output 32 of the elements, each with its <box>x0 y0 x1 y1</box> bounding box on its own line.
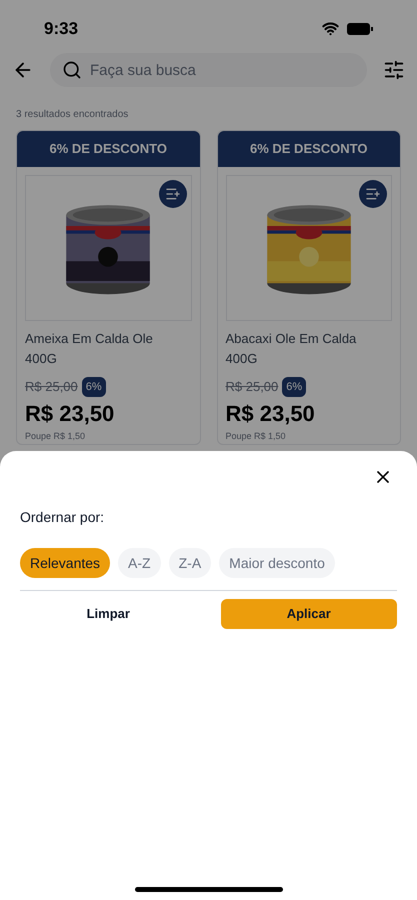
clear-button[interactable]: Limpar <box>20 599 196 629</box>
product-price: R$ 23,50 <box>224 400 316 428</box>
search-field[interactable]: Faça sua busca <box>50 53 367 87</box>
sort-title: Ordernar por: <box>20 508 106 527</box>
product-name: Abacaxi Ole Em Calda 400G <box>224 330 358 368</box>
status-time: 9:33 <box>44 18 78 40</box>
results-count: 3 resultados encontrados <box>15 108 130 122</box>
old-price: R$ 25,00 <box>25 378 78 396</box>
product-price: R$ 23,50 <box>24 400 116 428</box>
savings-text: Poupe R$ 1,50 <box>224 430 287 443</box>
search-icon <box>62 60 82 80</box>
old-price: R$ 25,00 <box>226 378 278 396</box>
sliders-icon <box>383 59 405 81</box>
sort-option[interactable]: Z-A <box>168 548 212 578</box>
sort-option[interactable]: A-Z <box>118 548 161 578</box>
discount-banner: 6% DE DESCONTO <box>218 131 400 166</box>
discount-banner: 6% DE DESCONTO <box>17 131 200 166</box>
wifi-icon <box>322 20 339 37</box>
add-to-list-button[interactable] <box>359 180 387 208</box>
list-plus-icon <box>164 186 180 202</box>
add-to-list-button[interactable] <box>158 180 186 208</box>
list-plus-icon <box>365 186 381 202</box>
sort-option[interactable]: Relevantes <box>20 548 110 578</box>
battery-icon <box>347 22 373 34</box>
product-card[interactable]: 6% DE DESCONTO Ameixa Em Calda Ole 400G R$ 25,00 6% R$ 23,50 Poupe R$ 1,50 <box>16 130 200 444</box>
discount-badge: 6% <box>282 376 306 397</box>
product-card[interactable]: 6% DE DESCONTO Abacaxi Ole Em Calda 400G R$ 25,00 6% R$ 23,50 Poupe R$ 1,50 <box>216 130 401 444</box>
product-name: Ameixa Em Calda Ole 400G <box>24 330 154 368</box>
savings-text: Poupe R$ 1,50 <box>24 430 86 443</box>
sort-option[interactable]: Maior desconto <box>219 548 335 578</box>
apply-button[interactable]: Aplicar <box>220 599 397 629</box>
discount-badge: 6% <box>82 376 106 397</box>
